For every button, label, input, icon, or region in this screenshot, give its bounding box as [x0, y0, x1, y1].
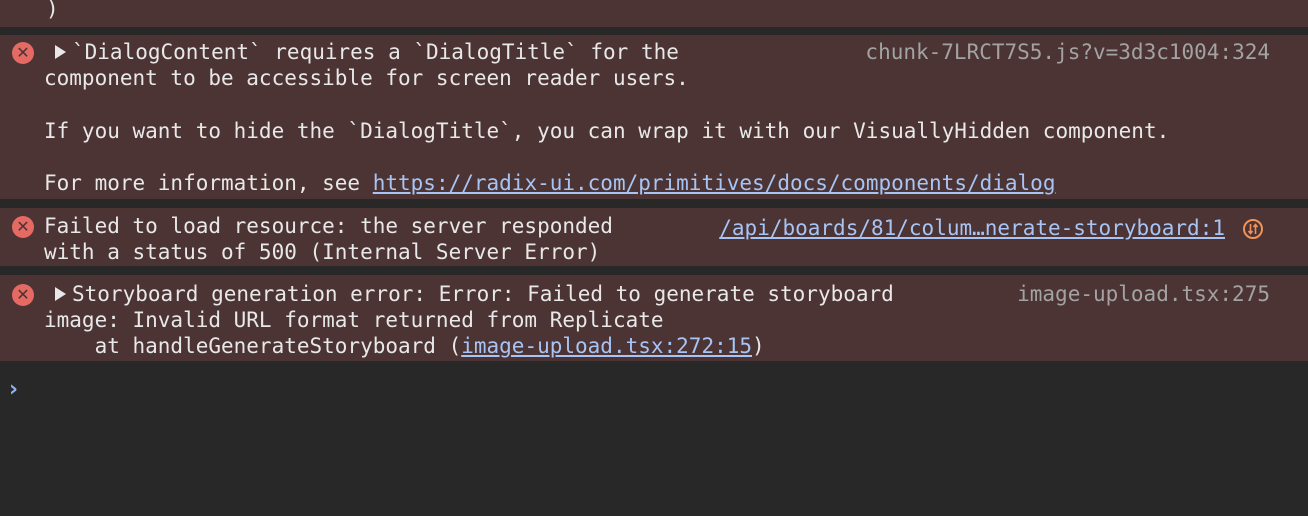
- error-x-icon: ✕: [12, 216, 34, 238]
- console-message-previous: ): [0, 0, 1308, 27]
- disclosure-triangle-icon[interactable]: [55, 45, 66, 59]
- message-text-line-1: `DialogContent` requires a `DialogTitle`…: [72, 40, 679, 64]
- console-message-resource-error[interactable]: ✕ Failed to load resource: the server re…: [0, 208, 1308, 266]
- error-x-icon: ✕: [12, 284, 34, 306]
- stack-frame-prefix: at handleGenerateStoryboard (: [44, 334, 462, 358]
- console-input[interactable]: [32, 376, 1292, 404]
- network-request-icon[interactable]: [1243, 219, 1263, 239]
- network-request-link[interactable]: /api/boards/81/colum…nerate-storyboard:1: [719, 215, 1225, 241]
- source-location[interactable]: chunk-7LRCT7S5.js?v=3d3c1004:324: [865, 39, 1270, 65]
- error-x-icon: ✕: [12, 42, 34, 64]
- message-text-prefix: For more information, see: [44, 171, 373, 195]
- console-prompt-chevron-icon: ›: [9, 377, 19, 402]
- disclosure-triangle-icon[interactable]: [55, 287, 66, 301]
- previous-message-tail: ): [46, 0, 59, 21]
- stack-frame-link[interactable]: image-upload.tsx:272:15: [461, 334, 752, 358]
- message-text-line-3: If you want to hide the `DialogTitle`, y…: [44, 119, 1170, 143]
- docs-link[interactable]: https://radix-ui.com/primitives/docs/com…: [373, 171, 1056, 195]
- console-message-dialog-error[interactable]: ✕ `DialogContent` requires a `DialogTitl…: [0, 35, 1308, 199]
- devtools-console: ) ✕ `DialogContent` requires a `DialogTi…: [0, 0, 1308, 516]
- source-location[interactable]: image-upload.tsx:275: [1017, 281, 1270, 307]
- message-text-line-2: component to be accessible for screen re…: [44, 66, 689, 90]
- message-text-line-1: Failed to load resource: the server resp…: [44, 214, 613, 238]
- message-text-line-2: image: Invalid URL format returned from …: [44, 308, 664, 332]
- console-message-storyboard-error[interactable]: ✕ Storyboard generation error: Error: Fa…: [0, 275, 1308, 361]
- message-text-line-1: Storyboard generation error: Error: Fail…: [72, 282, 894, 306]
- stack-frame-suffix: ): [752, 334, 765, 358]
- message-text-line-3: at handleGenerateStoryboard (image-uploa…: [44, 333, 765, 359]
- message-text-line-4: For more information, see https://radix-…: [44, 170, 1055, 196]
- message-text-line-2: with a status of 500 (Internal Server Er…: [44, 240, 601, 264]
